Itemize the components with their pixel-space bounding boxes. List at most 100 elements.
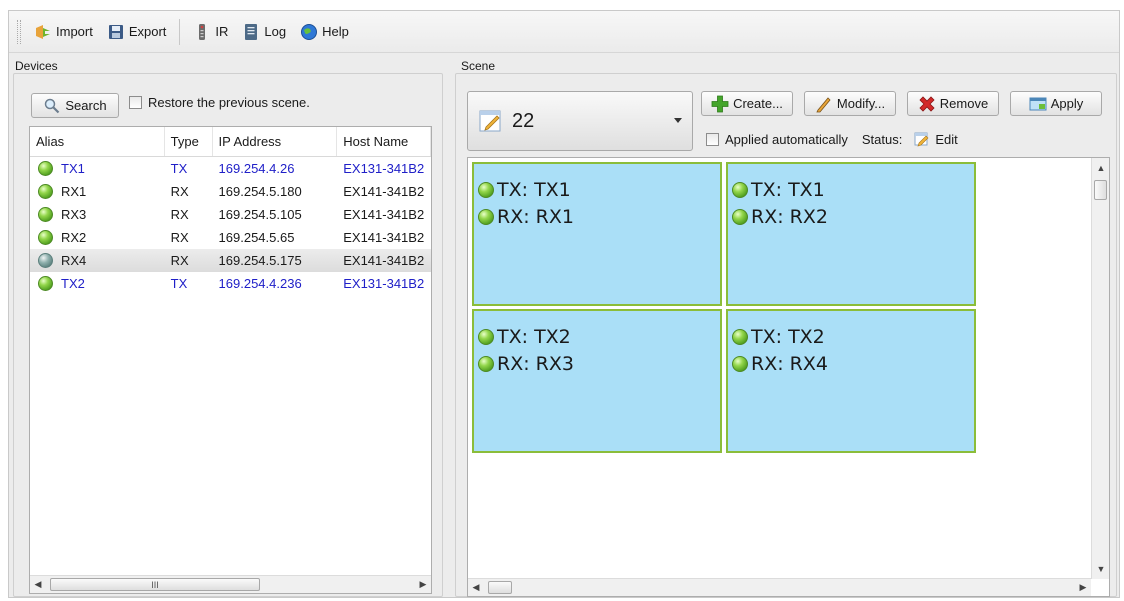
ir-label: IR xyxy=(215,24,229,39)
scene-select[interactable]: 22 xyxy=(467,91,693,151)
device-row[interactable]: TX2 TX 169.254.4.236 EX131-341B2 xyxy=(30,272,431,295)
column-header-ip-address[interactable]: IP Address xyxy=(213,127,338,156)
device-ip-address: 169.254.5.105 xyxy=(218,207,302,222)
device-alias-cell: RX4 xyxy=(30,253,165,268)
tile-rx-label: RX: RX3 xyxy=(497,352,574,375)
device-alias: TX2 xyxy=(61,276,85,291)
export-button[interactable]: Export xyxy=(100,18,174,46)
log-button[interactable]: Log xyxy=(235,18,293,46)
device-host-name: EX141-341B2 xyxy=(343,184,425,199)
device-type: RX xyxy=(170,207,189,222)
pencil-icon xyxy=(815,95,833,113)
status-dot-icon xyxy=(478,355,494,372)
import-icon xyxy=(34,23,52,41)
scene-tile[interactable]: TX: TX2 RX: RX3 xyxy=(472,309,722,453)
modify-scene-button[interactable]: Modify... xyxy=(804,91,896,116)
column-header-type[interactable]: Type xyxy=(165,127,213,156)
create-scene-button[interactable]: Create... xyxy=(701,91,793,116)
tile-tx-label: TX: TX2 xyxy=(497,325,571,348)
device-row[interactable]: RX1 RX 169.254.5.180 EX141-341B2 xyxy=(30,180,431,203)
device-ip-address: 169.254.4.26 xyxy=(218,161,295,176)
status-dot-icon xyxy=(732,355,748,372)
scene-vertical-scrollbar[interactable]: ▲ ▼ xyxy=(1091,158,1109,579)
device-row[interactable]: RX4 RX 169.254.5.175 EX141-341B2 xyxy=(30,249,431,272)
tile-rx-label: RX: RX4 xyxy=(751,352,828,375)
scene-tile[interactable]: TX: TX2 RX: RX4 xyxy=(726,309,976,453)
scene-select-value: 22 xyxy=(512,109,535,132)
scroll-right-icon[interactable]: ▶ xyxy=(415,577,431,593)
device-row[interactable]: RX2 RX 169.254.5.65 EX141-341B2 xyxy=(30,226,431,249)
toolbar: Import Export IR Log Help xyxy=(9,11,1119,53)
scene-hscroll-thumb[interactable] xyxy=(488,581,512,594)
scroll-up-icon[interactable]: ▲ xyxy=(1093,160,1109,176)
device-ip-address: 169.254.5.175 xyxy=(218,253,302,268)
column-header-alias[interactable]: Alias xyxy=(30,127,165,156)
devices-horizontal-scrollbar[interactable]: ◀ III ▶ xyxy=(30,575,431,593)
import-button[interactable]: Import xyxy=(27,18,100,46)
ir-button[interactable]: IR xyxy=(186,18,235,46)
create-label: Create... xyxy=(733,96,783,111)
export-label: Export xyxy=(128,24,167,39)
device-alias-cell: TX2 xyxy=(30,276,165,291)
status-dot-icon xyxy=(38,230,53,245)
help-button[interactable]: Help xyxy=(293,18,356,46)
help-label: Help xyxy=(322,24,349,39)
status-dot-icon xyxy=(38,253,53,268)
restore-scene-option[interactable]: Restore the previous scene. xyxy=(129,95,310,110)
remove-scene-button[interactable]: Remove xyxy=(907,91,999,116)
scroll-down-icon[interactable]: ▼ xyxy=(1093,561,1109,577)
red-x-icon xyxy=(918,95,936,113)
devices-group-title: Devices xyxy=(15,59,58,73)
device-host-name: EX141-341B2 xyxy=(343,253,425,268)
scroll-right-icon[interactable]: ▶ xyxy=(1075,580,1091,596)
status-dot-icon xyxy=(732,208,748,225)
restore-scene-checkbox[interactable] xyxy=(129,96,142,109)
chevron-down-icon xyxy=(674,118,682,123)
status-dot-icon xyxy=(38,184,53,199)
device-host-name: EX131-341B2 xyxy=(343,276,425,291)
device-type: RX xyxy=(170,230,189,245)
devices-scroll-thumb[interactable]: III xyxy=(50,578,260,591)
device-row[interactable]: TX1 TX 169.254.4.26 EX131-341B2 xyxy=(30,157,431,180)
scroll-grip: III xyxy=(151,579,159,590)
device-alias: RX3 xyxy=(61,207,87,222)
import-label: Import xyxy=(56,24,93,39)
apply-icon xyxy=(1029,95,1047,113)
log-book-icon xyxy=(242,23,260,41)
magnifier-icon xyxy=(43,97,61,115)
device-row[interactable]: RX3 RX 169.254.5.105 EX141-341B2 xyxy=(30,203,431,226)
status-dot-icon xyxy=(38,207,53,222)
tile-tx-line: TX: TX2 xyxy=(478,323,720,350)
modify-label: Modify... xyxy=(836,96,886,111)
help-globe-icon xyxy=(300,23,318,41)
scene-vscroll-thumb[interactable] xyxy=(1094,180,1107,200)
scene-canvas: TX: TX1 RX: RX1 TX: TX1 RX: RX2 TX: TX2 RX: R… xyxy=(467,157,1110,597)
app-window: Import Export IR Log Help Devices Search… xyxy=(8,10,1120,598)
tile-rx-line: RX: RX4 xyxy=(732,350,974,377)
log-label: Log xyxy=(264,24,287,39)
device-type: TX xyxy=(170,276,188,291)
toolbar-grip[interactable] xyxy=(17,19,21,44)
scroll-left-icon[interactable]: ◀ xyxy=(468,580,484,596)
device-ip-address: 169.254.4.236 xyxy=(218,276,302,291)
device-alias: RX2 xyxy=(61,230,87,245)
scene-horizontal-scrollbar[interactable]: ◀ ▶ xyxy=(468,578,1091,596)
scene-tile[interactable]: TX: TX1 RX: RX1 xyxy=(472,162,722,306)
devices-table-body: TX1 TX 169.254.4.26 EX131-341B2 RX1 RX 169.254… xyxy=(30,157,431,295)
remove-label: Remove xyxy=(939,96,989,111)
devices-table: Alias Type IP Address Host Name TX1 TX 169… xyxy=(29,126,432,594)
status-value: Edit xyxy=(935,131,958,147)
apply-automatically-checkbox[interactable] xyxy=(706,132,719,146)
device-alias: RX1 xyxy=(61,184,87,199)
apply-automatically-option[interactable]: Applied automatically Status: Edit xyxy=(706,131,958,147)
column-header-host-name[interactable]: Host Name xyxy=(337,127,431,156)
scene-tile[interactable]: TX: TX1 RX: RX2 xyxy=(726,162,976,306)
tile-rx-line: RX: RX1 xyxy=(478,203,720,230)
scroll-left-icon[interactable]: ◀ xyxy=(30,577,46,593)
search-button[interactable]: Search xyxy=(31,93,119,118)
device-alias: TX1 xyxy=(61,161,85,176)
toolbar-separator xyxy=(179,18,181,45)
apply-label: Apply xyxy=(1050,96,1084,111)
scene-group-title: Scene xyxy=(461,59,496,73)
apply-scene-button[interactable]: Apply xyxy=(1010,91,1102,116)
